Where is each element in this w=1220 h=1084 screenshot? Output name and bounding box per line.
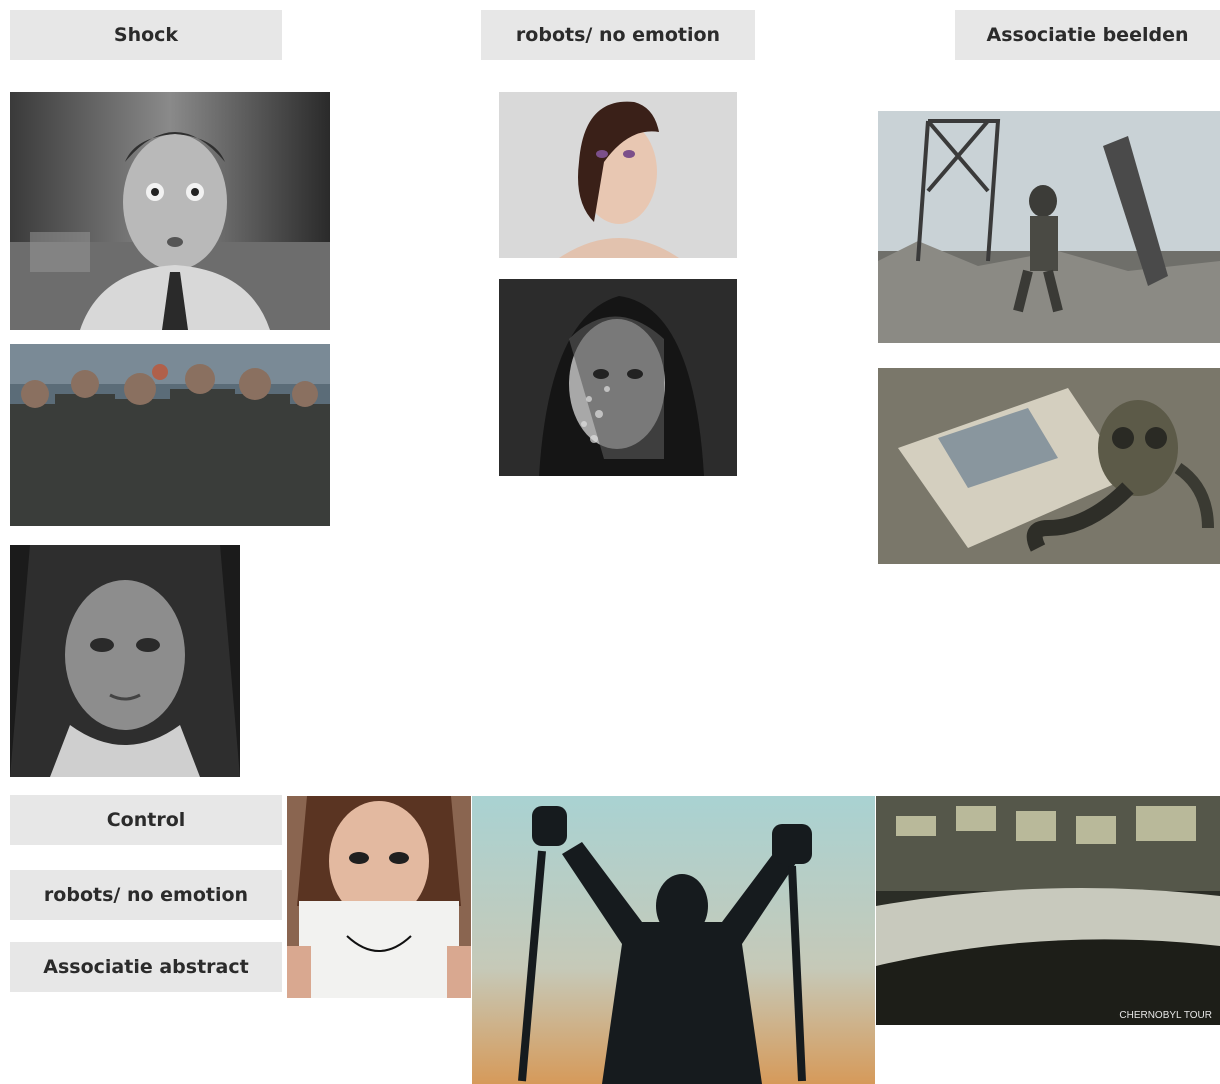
gas-mask-photo [878, 368, 1220, 564]
label-associatie-beelden: Associatie beelden [955, 10, 1220, 60]
label-control: Control [10, 795, 282, 845]
miners-crowd-photo [10, 344, 330, 526]
control-room-photo: CHERNOBYL TOUR [876, 796, 1220, 1025]
label-associatie-abstract: Associatie abstract [10, 942, 282, 992]
shocked-man-photo [10, 92, 330, 330]
label-robots-no-emotion-2: robots/ no emotion [10, 870, 282, 920]
top-text-fragment [318, 0, 340, 5]
broken-chains-silhouette-photo [472, 796, 875, 1084]
smile-sign-photo [287, 796, 471, 998]
faceless-person-photo [499, 92, 737, 258]
ruins-worker-photo [878, 111, 1220, 343]
label-shock: Shock [10, 10, 282, 60]
distressed-woman-photo [10, 545, 240, 777]
shadow-face-woman-photo [499, 279, 737, 476]
label-robots-no-emotion: robots/ no emotion [481, 10, 755, 60]
watermark-text: CHERNOBYL TOUR [1119, 1010, 1212, 1021]
